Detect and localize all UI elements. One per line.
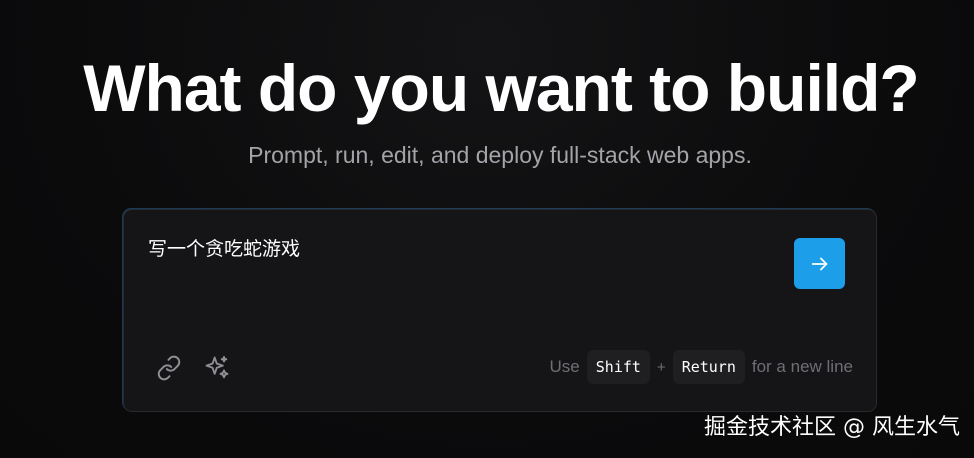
shift-key: Shift: [586, 350, 650, 384]
hint-prefix: Use: [549, 357, 580, 376]
arrow-right-icon: [811, 257, 827, 270]
link-icon: [157, 355, 181, 381]
newline-hint: Use Shift + Return for a new line: [550, 350, 853, 384]
return-key: Return: [672, 350, 745, 384]
sparkles-icon: [205, 355, 229, 379]
prompt-box[interactable]: 写一个贪吃蛇游戏 Use Shift + Return for a new li…: [123, 209, 877, 412]
page: What do you want to build? Prompt, run, …: [0, 0, 974, 458]
send-button[interactable]: [794, 238, 845, 289]
hint-suffix: for a new line: [751, 357, 853, 376]
enhance-prompt-button[interactable]: [202, 353, 232, 383]
hint-plus: +: [656, 358, 666, 376]
attach-button[interactable]: [154, 353, 184, 383]
watermark: 掘金技术社区 @ 风生水气: [704, 415, 960, 440]
prompt-input[interactable]: 写一个贪吃蛇游戏: [148, 236, 300, 262]
hero-title: What do you want to build?: [83, 51, 920, 125]
hero-subtitle: Prompt, run, edit, and deploy full-stack…: [248, 142, 752, 168]
